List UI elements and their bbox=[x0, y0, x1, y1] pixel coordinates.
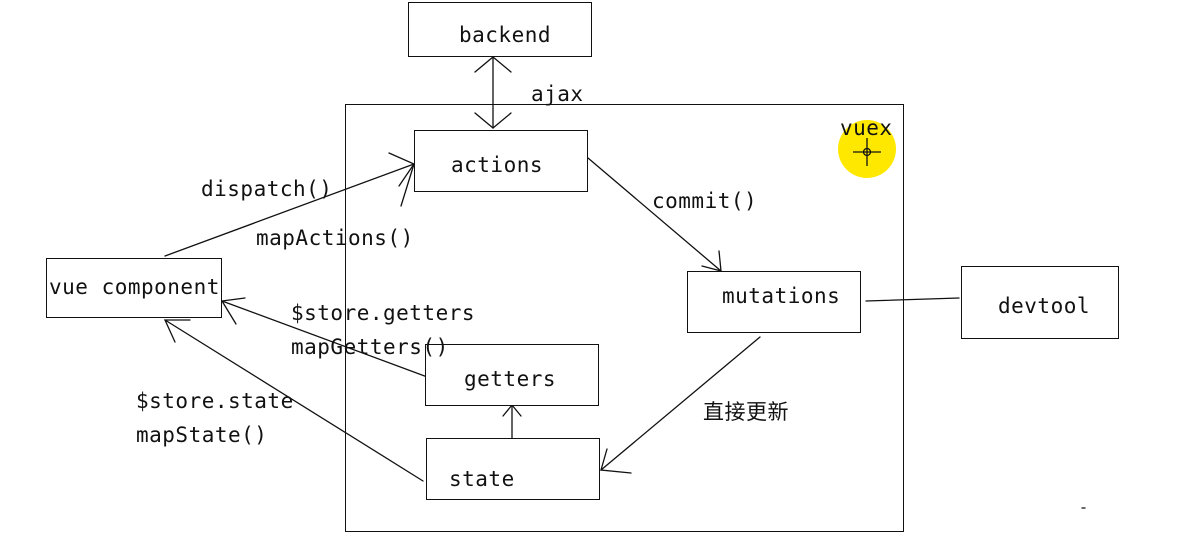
dispatch-label: dispatch() bbox=[201, 177, 333, 201]
store-state-label: $store.state bbox=[136, 389, 294, 413]
mutations-label: mutations bbox=[722, 284, 841, 308]
getters-label: getters bbox=[464, 367, 557, 391]
map-state-label: mapState() bbox=[136, 423, 268, 447]
mutations-node: mutations bbox=[687, 271, 861, 333]
commit-edge bbox=[587, 157, 722, 272]
map-getters-label: mapGetters() bbox=[291, 335, 449, 359]
backend-label: backend bbox=[459, 23, 552, 47]
map-actions-label: mapActions() bbox=[256, 226, 414, 250]
devtool-node: devtool bbox=[961, 266, 1119, 339]
vue-component-label: vue component bbox=[49, 275, 220, 299]
state-node: state bbox=[426, 438, 600, 500]
ajax-label: ajax bbox=[531, 82, 584, 106]
direct-update-label: 直接更新 bbox=[703, 400, 789, 424]
crosshair-cursor-icon bbox=[853, 138, 881, 166]
backend-node: backend bbox=[408, 2, 592, 57]
map-actions-edge bbox=[400, 163, 415, 207]
devtool-label: devtool bbox=[998, 294, 1091, 318]
commit-label: commit() bbox=[652, 189, 758, 213]
actions-node: actions bbox=[414, 130, 588, 192]
state-to-getters-edge bbox=[502, 403, 522, 441]
devtool-edge bbox=[865, 297, 960, 302]
state-label: state bbox=[449, 467, 515, 491]
ajax-edge bbox=[474, 56, 512, 129]
vue-component-node: vue component bbox=[46, 258, 222, 318]
actions-label: actions bbox=[451, 153, 544, 177]
getters-node: getters bbox=[425, 344, 599, 406]
vuex-label: vuex bbox=[840, 116, 893, 140]
store-getters-label: $store.getters bbox=[291, 301, 476, 325]
